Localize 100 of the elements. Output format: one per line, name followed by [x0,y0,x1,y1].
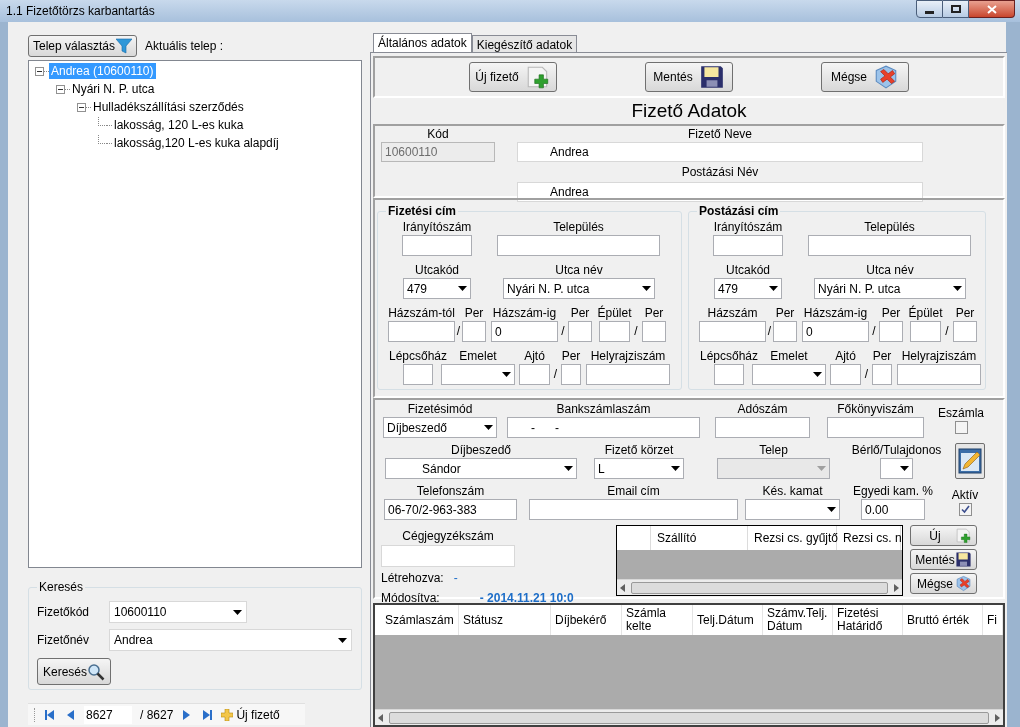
column-header[interactable]: Fizetési Határidő [833,605,903,635]
column-header[interactable]: Számla kelte [622,605,693,635]
input-field[interactable] [519,364,550,385]
input-field[interactable] [462,321,486,342]
column-header[interactable]: Státusz [459,605,551,635]
input-field[interactable] [381,545,515,567]
input-field[interactable]: Andrea [517,142,923,162]
dropdown-field[interactable]: 479 [714,278,782,299]
collapse-icon[interactable] [35,66,44,76]
tab[interactable]: Általános adatok [373,33,472,52]
dropdown-field[interactable] [880,458,913,479]
dropdown-field[interactable] [441,364,515,385]
toolbar-button[interactable]: Mentés [645,62,733,92]
input-field[interactable]: 06-70/2-963-383 [384,499,517,520]
side-button[interactable]: Mentés [910,549,977,570]
dropdown-caret-icon [338,637,347,643]
input-field[interactable] [561,364,581,385]
checkbox[interactable] [954,421,968,434]
modified-value: - 2014.11.21 10:0 [479,590,574,607]
column-header[interactable]: Bruttó érték [903,605,983,635]
first-record-icon[interactable] [44,708,56,721]
input-field[interactable] [910,321,941,342]
minimize-button[interactable] [916,0,943,18]
dropdown-field[interactable]: Andrea [109,629,352,651]
dropdown-field[interactable]: Nyári N. P. utca [503,278,655,299]
input-field[interactable]: 0 [802,321,869,342]
dropdown-field[interactable] [717,458,830,479]
collapse-icon[interactable] [77,102,86,112]
input-field[interactable] [897,364,981,385]
input-field[interactable]: 0 [491,321,558,342]
last-record-icon[interactable] [201,708,214,721]
tab[interactable]: Kiegészítő adatok [471,35,578,52]
new-payer-button[interactable]: Új fizető [221,705,280,724]
column-header[interactable]: Számlaszám [381,605,459,635]
input-field[interactable] [715,417,810,438]
tree-item[interactable]: lakosság, 120 L-es kuka [112,117,246,133]
toolbar-button[interactable]: Új fizető [469,62,557,92]
edit-button[interactable] [955,443,985,479]
input-field[interactable] [953,321,977,342]
input-field[interactable] [714,364,744,385]
scroll-left-icon[interactable] [378,713,383,722]
search-button[interactable]: Keresés [37,658,112,685]
horizontal-scrollbar[interactable] [375,709,1003,725]
field-label: Kés. kamat [762,484,823,498]
column-header[interactable]: Rezsi cs. n [837,526,901,550]
checkbox[interactable] [958,503,972,516]
input-field[interactable] [699,321,766,342]
side-button[interactable]: Új [910,525,977,546]
dropdown-field[interactable]: Nyári N. P. utca [814,278,966,299]
scroll-right-icon[interactable] [995,713,1000,722]
collapse-icon[interactable] [56,84,65,94]
column-header[interactable]: Számv.Telj. Dátum [763,605,833,635]
input-field[interactable] [402,235,472,256]
dropdown-field[interactable] [745,499,840,520]
input-field[interactable] [403,364,433,385]
column-header[interactable]: Fi [983,605,1003,635]
field-label: Telep [759,443,788,457]
input-field[interactable]: 0.00 [861,499,925,520]
position-field[interactable]: 8627 [84,705,132,724]
close-button[interactable] [969,0,1015,18]
filter-button[interactable]: Telep választás [28,35,138,57]
column-header[interactable]: Szállító [651,526,748,550]
input-field[interactable] [529,499,738,520]
input-field[interactable] [879,321,903,342]
input-field[interactable]: 10600110 [381,142,495,162]
input-field[interactable] [872,364,892,385]
input-field[interactable] [388,321,455,342]
input-field[interactable] [808,235,971,256]
input-field[interactable] [830,364,861,385]
dropdown-field[interactable]: Sándor [385,458,577,479]
dropdown-caret-icon [817,466,826,471]
input-field[interactable] [586,364,670,385]
maximize-button[interactable] [943,0,969,18]
tree-item[interactable]: Hulladékszállítási szerződés [91,99,246,115]
input-field[interactable] [827,417,924,438]
tree-item[interactable]: Nyári N. P. utca [70,81,157,97]
input-field[interactable]: Andrea [517,182,923,202]
column-header[interactable]: Rezsi cs. gyűjtő [748,526,837,550]
input-field[interactable] [497,235,660,256]
section-heading: Fizető Adatok [631,98,747,123]
horizontal-scrollbar[interactable] [617,579,902,595]
tree-item[interactable]: lakosság,120 L-es kuka alapdíj [112,135,281,151]
input-field[interactable] [773,321,797,342]
input-field[interactable] [568,321,592,342]
input-field[interactable]: - - [507,417,700,438]
dropdown-field[interactable] [752,364,826,385]
scroll-right-icon[interactable] [894,583,899,592]
input-field[interactable] [642,321,666,342]
dropdown-field[interactable]: 10600110 [109,601,247,623]
dropdown-field[interactable]: L [594,458,684,479]
side-button[interactable]: Mégse [910,573,977,594]
input-field[interactable] [599,321,630,342]
scroll-left-icon[interactable] [620,583,625,592]
column-header[interactable]: Díjbekérő [551,605,622,635]
dropdown-field[interactable]: Díjbeszedő [383,417,497,438]
dropdown-field[interactable]: 479 [403,278,471,299]
field-label: Épület [597,306,632,320]
input-field[interactable] [713,235,783,256]
toolbar-button[interactable]: Mégse [821,62,909,92]
column-header[interactable]: Telj.Dátum [693,605,763,635]
